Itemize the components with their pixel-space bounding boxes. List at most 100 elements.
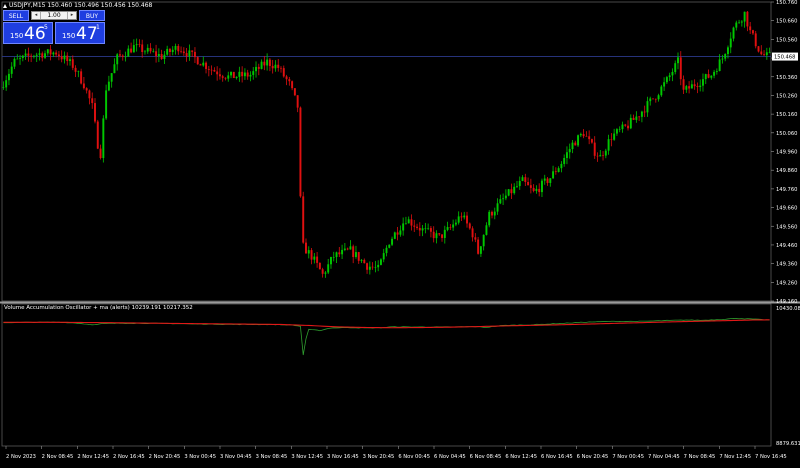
y-tick-label: 150.760 — [776, 0, 797, 6]
bear-candle — [757, 46, 760, 52]
bull-candle — [607, 139, 610, 151]
x-tick-label: 3 Nov 04:45 — [220, 454, 252, 460]
bull-candle — [443, 229, 446, 238]
bull-candle — [146, 47, 149, 52]
bull-candle — [482, 234, 485, 247]
x-tick-label: 2 Nov 16:45 — [113, 454, 145, 460]
bear-candle — [213, 69, 216, 72]
bull-candle — [349, 246, 352, 250]
chart-canvas[interactable]: 150.760150.660150.560150.460150.360150.2… — [0, 0, 800, 464]
bull-candle — [646, 101, 649, 113]
bear-candle — [693, 84, 696, 87]
bear-candle — [477, 239, 480, 254]
bull-candle — [391, 238, 394, 245]
bull-candle — [332, 257, 335, 258]
bull-candle — [44, 53, 47, 58]
bull-candle — [330, 257, 332, 265]
bear-candle — [210, 69, 213, 71]
bull-candle — [249, 74, 252, 77]
bull-candle — [424, 228, 427, 229]
y-tick-label: 149.260 — [776, 280, 797, 286]
bear-candle — [155, 51, 158, 57]
buy-button[interactable]: BUY — [79, 10, 105, 21]
lot-increase-icon[interactable]: ▸ — [67, 12, 76, 19]
bid-price-label: 150.468 — [774, 55, 795, 61]
x-tick-label: 6 Nov 08:45 — [470, 454, 502, 460]
y-tick-label: 149.560 — [776, 224, 797, 230]
bear-candle — [585, 136, 588, 137]
bull-candle — [768, 52, 771, 53]
bull-candle — [713, 71, 716, 76]
bull-candle — [10, 66, 13, 74]
bear-candle — [474, 237, 477, 240]
bear-candle — [224, 77, 227, 79]
bear-candle — [193, 51, 196, 58]
bear-candle — [471, 228, 474, 238]
price-chart-svg[interactable]: 150.760150.660150.560150.460150.360150.2… — [0, 0, 800, 464]
bear-candle — [305, 242, 307, 254]
sell-price-button[interactable]: 150 46 5 — [3, 22, 53, 44]
bull-candle — [260, 61, 263, 69]
bull-candle — [718, 59, 721, 72]
bear-candle — [754, 33, 757, 47]
bull-candle — [102, 118, 105, 159]
bear-candle — [241, 71, 244, 77]
y-tick-label: 149.160 — [776, 299, 797, 305]
bear-candle — [316, 256, 319, 263]
bear-candle — [177, 46, 180, 52]
lot-decrease-icon[interactable]: ◂ — [32, 12, 41, 19]
bull-candle — [354, 252, 357, 257]
bear-candle — [696, 86, 699, 88]
bear-candle — [627, 125, 629, 129]
bull-candle — [577, 135, 580, 146]
bear-candle — [429, 228, 432, 232]
bear-candle — [532, 187, 535, 191]
bear-candle — [546, 178, 549, 183]
lot-size-input[interactable]: ◂ 1.00 ▸ — [31, 11, 77, 20]
bear-candle — [96, 121, 99, 149]
bull-candle — [729, 38, 732, 48]
bull-candle — [327, 264, 330, 273]
bull-candle — [496, 203, 499, 212]
bull-candle — [613, 133, 616, 140]
bear-candle — [396, 232, 399, 235]
bull-candle — [463, 215, 466, 218]
bear-candle — [352, 246, 355, 257]
bear-candle — [338, 252, 341, 255]
bull-candle — [568, 149, 571, 153]
buy-price-sup: 1 — [96, 24, 100, 31]
y-tick-label: 149.860 — [776, 168, 797, 174]
bull-candle — [307, 250, 310, 254]
bull-candle — [565, 152, 568, 159]
bull-candle — [724, 53, 727, 59]
bear-candle — [321, 269, 324, 274]
bull-candle — [107, 81, 110, 91]
bear-candle — [160, 54, 163, 60]
bull-candle — [402, 223, 405, 231]
bull-candle — [105, 90, 108, 119]
bull-candle — [32, 55, 35, 57]
symbol-header: USDJPY,M15 150.460 150.496 150.456 150.4… — [3, 2, 152, 9]
bull-candle — [549, 178, 552, 183]
bull-candle — [579, 134, 582, 136]
bull-candle — [657, 95, 660, 100]
bear-candle — [30, 55, 33, 57]
buy-price-button[interactable]: 150 47 1 — [55, 22, 105, 44]
bear-candle — [593, 142, 596, 156]
sell-button[interactable]: SELL — [3, 10, 29, 21]
bull-candle — [174, 46, 177, 50]
bull-candle — [454, 222, 457, 225]
bull-candle — [379, 259, 382, 265]
bear-candle — [624, 124, 627, 126]
bull-candle — [110, 73, 113, 82]
bear-candle — [141, 44, 144, 53]
bull-candle — [235, 76, 238, 79]
y-tick-label: 150.160 — [776, 112, 797, 118]
bear-candle — [277, 64, 280, 68]
bull-candle — [435, 233, 438, 239]
bull-candle — [243, 72, 246, 77]
bear-candle — [199, 64, 202, 66]
bull-candle — [685, 86, 688, 90]
bear-candle — [763, 54, 766, 56]
bull-candle — [77, 71, 80, 72]
